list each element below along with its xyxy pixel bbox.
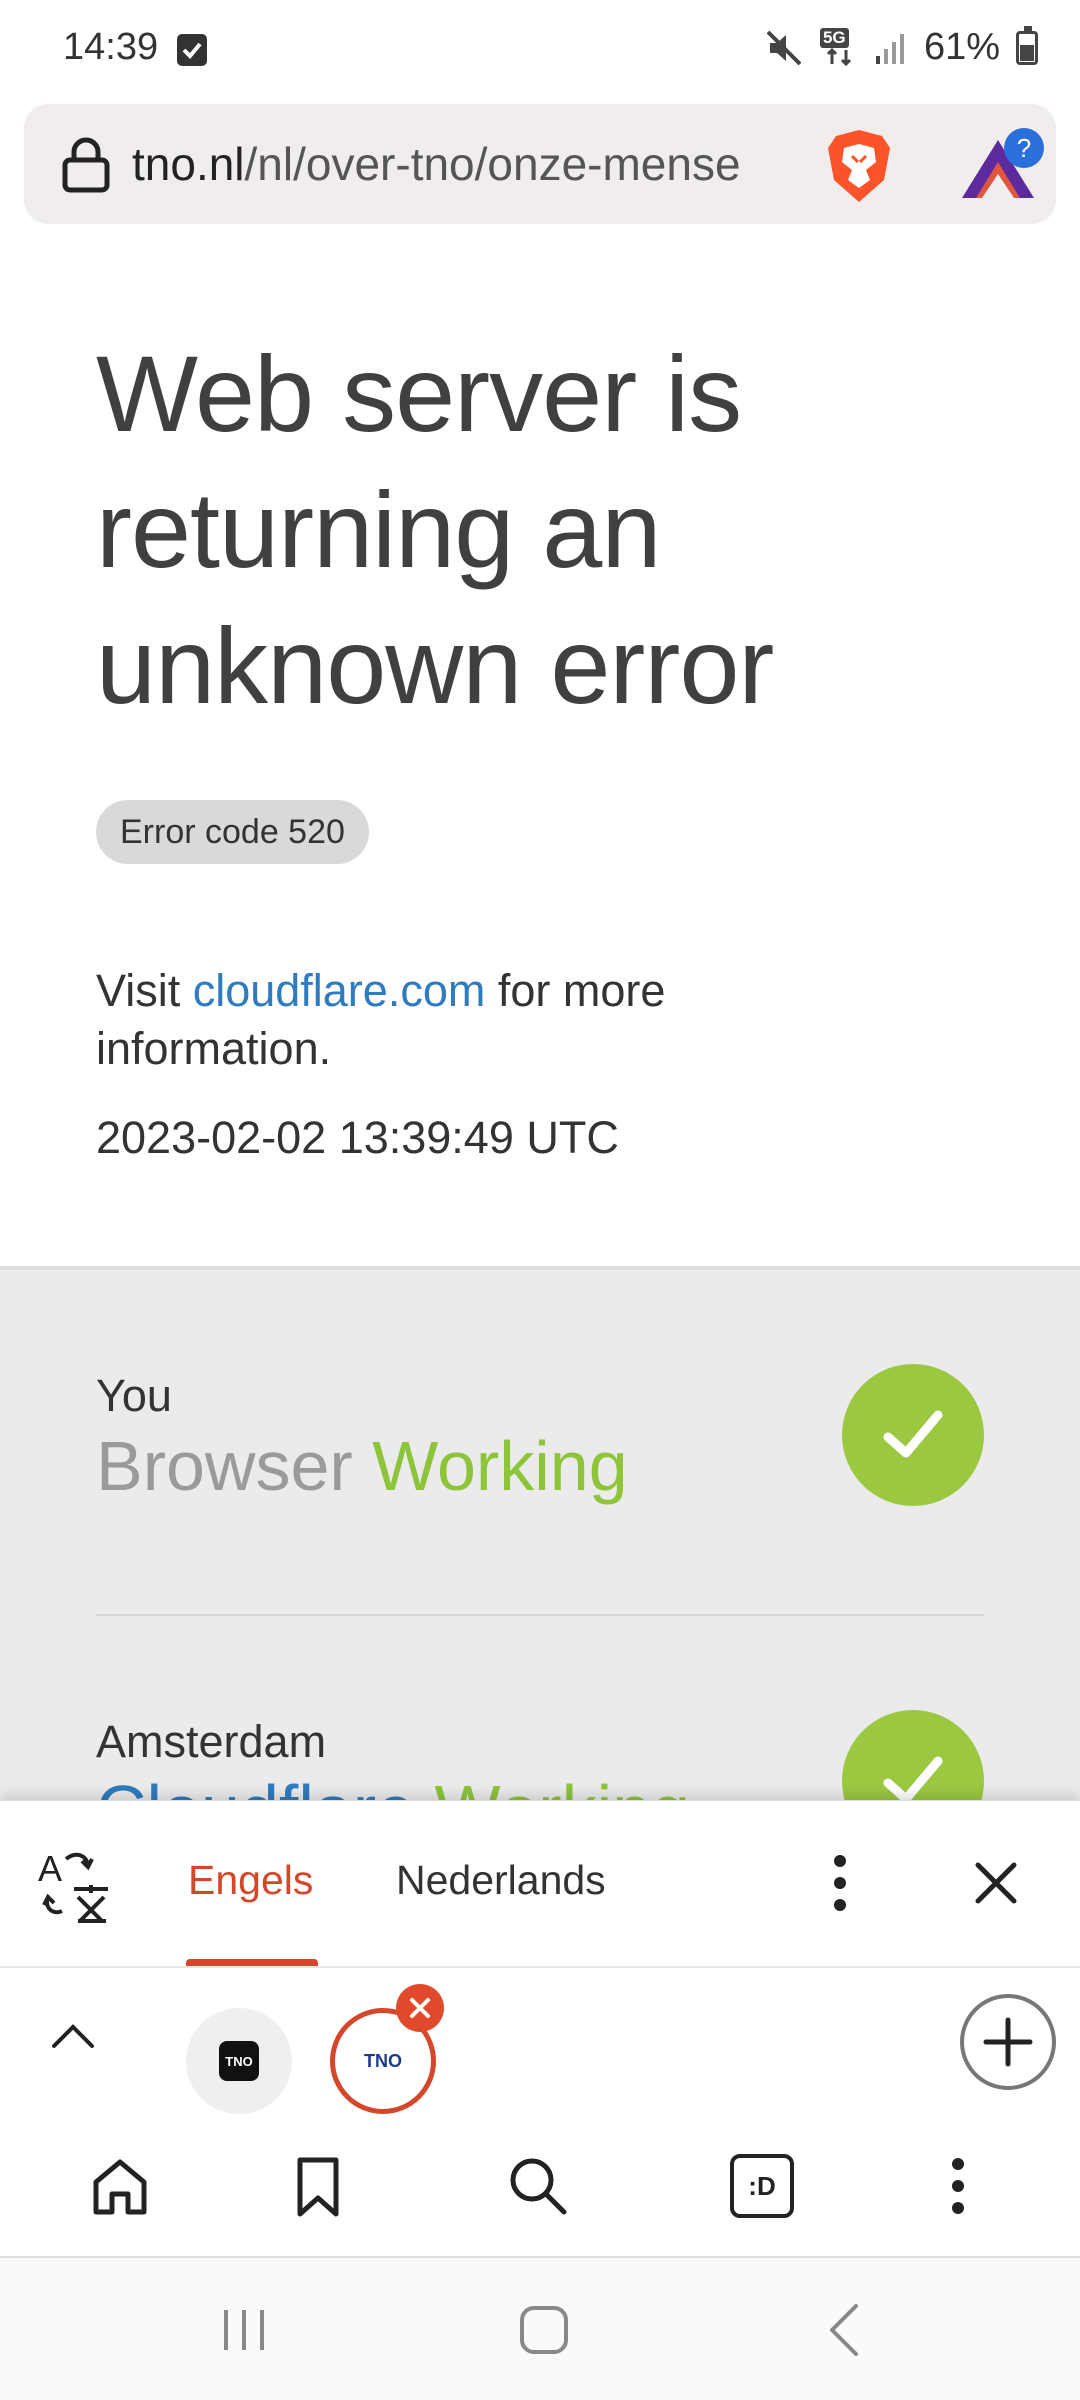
translate-icon: A — [38, 1848, 108, 1923]
node-kind: Browser — [96, 1427, 353, 1505]
close-icon[interactable] — [972, 1859, 1020, 1907]
checkbox-notification-icon — [177, 34, 207, 66]
svg-text:?: ? — [1017, 133, 1031, 163]
system-navigation-bar — [0, 2258, 1080, 2400]
home-icon[interactable] — [88, 2154, 152, 2218]
home-nav-icon[interactable] — [512, 2298, 576, 2362]
page-title: Web server is returning an unknown error — [96, 333, 774, 726]
visit-prefix: Visit — [96, 965, 193, 1016]
close-tab-icon[interactable] — [396, 1984, 444, 2032]
status-indicators: 5G 61% — [764, 25, 1038, 69]
translate-more-icon[interactable] — [832, 1855, 848, 1911]
tab-source-language[interactable]: Engels — [188, 1857, 313, 1904]
status-panel: You Browser Working Amsterdam Cloudflare… — [0, 1266, 1080, 1800]
address-bar[interactable]: tno.nl/nl/over-tno/onze-mense ? — [24, 104, 1056, 224]
tno-logo: TNO — [219, 2041, 259, 2081]
url-path: /nl/over-tno/onze-mense — [244, 138, 741, 190]
status-time: 14:39 — [63, 26, 159, 68]
node-state: Working — [435, 1771, 690, 1800]
node-label-amsterdam: Amsterdam — [96, 1716, 327, 1767]
node-status-browser: Browser Working — [96, 1426, 628, 1506]
search-icon[interactable] — [506, 2154, 570, 2218]
node-kind[interactable]: Cloudflare — [96, 1771, 415, 1800]
translate-bar: A Engels Nederlands — [0, 1800, 1080, 1967]
new-tab-button[interactable] — [960, 1994, 1056, 2090]
visit-message: Visit cloudflare.com for more informatio… — [96, 962, 816, 1078]
url-field[interactable]: tno.nl/nl/over-tno/onze-mense — [132, 137, 812, 191]
cloudflare-link[interactable]: cloudflare.com — [193, 965, 486, 1016]
menu-more-icon[interactable] — [950, 2158, 966, 2214]
svg-text:A: A — [38, 1848, 62, 1889]
brave-shields-icon[interactable] — [814, 126, 904, 206]
cloudflare-ok-check-icon — [842, 1710, 984, 1800]
bookmark-icon[interactable] — [286, 2154, 350, 2218]
browser-ok-check-icon — [842, 1364, 984, 1506]
recent-apps-icon[interactable] — [212, 2298, 276, 2362]
status-bar: 14:39 5G 61% — [0, 0, 1080, 100]
signal-icon — [875, 33, 904, 64]
node-state: Working — [372, 1427, 628, 1505]
browser-toolbar: :D — [0, 2116, 1080, 2258]
divider — [96, 1614, 984, 1616]
tab-thumbnail[interactable]: TNO — [186, 2008, 292, 2114]
node-status-cloudflare: Cloudflare Working — [96, 1770, 690, 1800]
url-domain: tno.nl — [132, 138, 245, 190]
network-5g-icon: 5G — [819, 27, 858, 68]
chevron-up-icon[interactable] — [48, 2018, 98, 2054]
tab-target-language[interactable]: Nederlands — [396, 1857, 606, 1904]
battery-icon — [1016, 25, 1038, 65]
plus-icon — [983, 2017, 1033, 2067]
error-page: Web server is returning an unknown error… — [0, 226, 1080, 1266]
tabs-switcher-icon[interactable]: :D — [730, 2154, 794, 2218]
error-timestamp: 2023-02-02 13:39:49 UTC — [96, 1112, 619, 1163]
mute-icon — [766, 30, 802, 65]
battery-percent: 61% — [923, 26, 1000, 68]
tab-strip: TNO TNO — [0, 1966, 1080, 2116]
node-label-you: You — [96, 1370, 172, 1421]
brave-rewards-icon[interactable]: ? — [952, 126, 1052, 206]
tno-logo: TNO — [363, 2041, 403, 2081]
lock-icon[interactable] — [60, 134, 112, 194]
error-code-badge: Error code 520 — [96, 800, 369, 864]
back-icon[interactable] — [814, 2298, 878, 2362]
